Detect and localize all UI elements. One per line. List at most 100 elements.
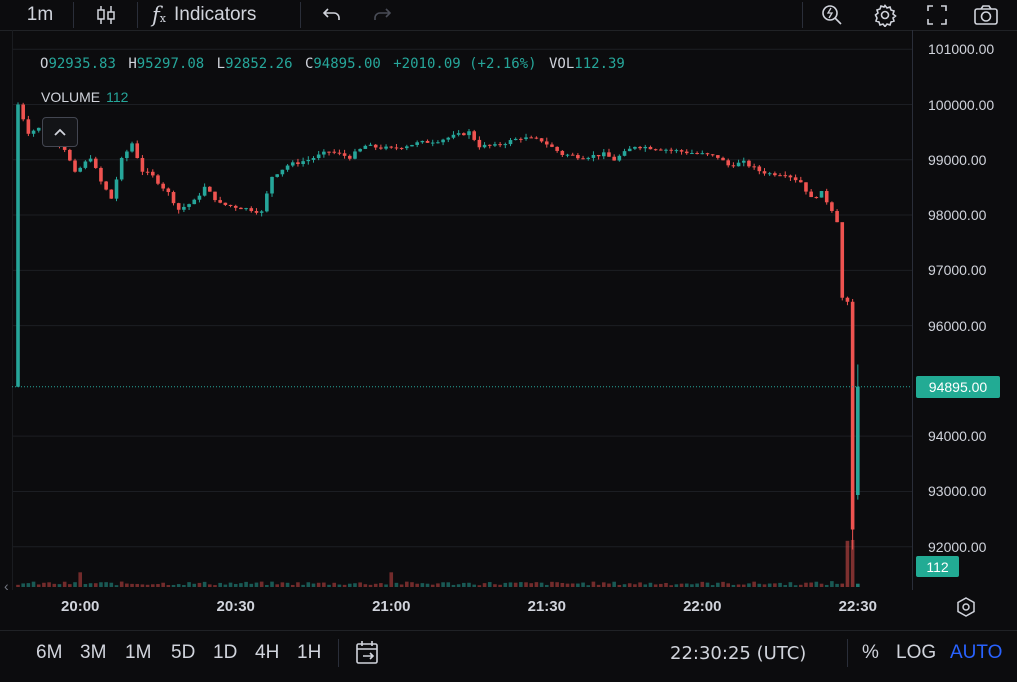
- candle-body: [824, 191, 829, 203]
- volume-bar: [311, 583, 316, 587]
- volume-bar: [197, 582, 202, 587]
- volume-bar: [430, 584, 435, 587]
- volume-bar: [513, 582, 518, 587]
- volume-bar: [306, 582, 311, 587]
- utc-clock[interactable]: 22:30:25 (UTC): [670, 631, 806, 675]
- settings-gear-icon[interactable]: [868, 0, 902, 30]
- candle-body: [752, 166, 756, 168]
- volume-bar: [337, 584, 342, 587]
- range-button-1m[interactable]: 1M: [125, 631, 151, 675]
- volume-bar: [425, 583, 430, 587]
- scroll-left-chevron-icon[interactable]: ‹: [4, 578, 9, 594]
- candle-body: [327, 151, 331, 153]
- candle-body: [508, 140, 513, 145]
- auto-scale-toggle[interactable]: AUTO: [950, 631, 1002, 675]
- volume-bar: [586, 585, 591, 587]
- vol-label: VOL: [548, 56, 575, 72]
- candle-body: [384, 146, 388, 149]
- volume-bar: [643, 584, 648, 587]
- range-button-6m[interactable]: 6M: [36, 631, 62, 675]
- volume-bar: [524, 582, 528, 587]
- candle-body: [135, 143, 140, 159]
- quick-search-icon[interactable]: [815, 0, 849, 30]
- range-button-1d[interactable]: 1D: [213, 631, 237, 675]
- percent-scale-toggle[interactable]: %: [862, 631, 879, 675]
- volume-bar: [617, 584, 622, 587]
- undo-icon[interactable]: [316, 0, 348, 30]
- volume-bar: [16, 584, 20, 587]
- bottom-toolbar: 6M 3M 1M 5D 1D 4H 1H 22:30:25 (UTC) % LOG AUTO: [0, 630, 1017, 675]
- volume-bar: [819, 583, 824, 587]
- fullscreen-icon[interactable]: [920, 0, 954, 30]
- volume-bar: [99, 582, 103, 587]
- indicators-button[interactable]: fx Indicators: [152, 0, 288, 30]
- candle-body: [125, 151, 129, 159]
- interval-selector[interactable]: 1m: [16, 0, 64, 30]
- candle-body: [798, 180, 803, 183]
- volume-bar: [736, 584, 741, 587]
- candle-body: [337, 152, 342, 154]
- candle-body: [275, 174, 280, 177]
- volume-bar: [824, 584, 829, 587]
- volume-bar: [52, 583, 57, 587]
- candle-body: [503, 144, 508, 146]
- candle-body: [601, 152, 606, 157]
- volume-bar: [171, 584, 176, 587]
- volume-bar: [415, 583, 419, 587]
- volume-bar: [47, 582, 51, 587]
- range-button-3m[interactable]: 3M: [80, 631, 106, 675]
- date-range-calendar-icon[interactable]: [354, 631, 382, 675]
- volume-bar: [612, 581, 616, 587]
- volume-bar: [353, 583, 357, 587]
- volume-bar: [119, 581, 124, 587]
- volume-bar: [301, 584, 305, 587]
- volume-bar: [244, 581, 248, 587]
- candle-body: [259, 211, 264, 213]
- candlestick-chart-svg[interactable]: [0, 30, 1017, 590]
- candle-body: [150, 171, 155, 176]
- candle-body: [171, 192, 176, 204]
- volume-bar: [410, 582, 414, 587]
- candle-body: [399, 147, 404, 149]
- candle-body: [405, 146, 409, 149]
- camera-screenshot-icon[interactable]: [968, 0, 1004, 30]
- candle-body: [436, 142, 440, 144]
- time-tick-label: 20:00: [61, 598, 100, 615]
- volume-bar: [436, 583, 440, 587]
- volume-bar: [705, 582, 710, 587]
- volume-legend-value: 112: [106, 89, 129, 105]
- volume-bar: [498, 584, 502, 587]
- volume-bar: [296, 582, 300, 587]
- candle-body: [684, 151, 689, 154]
- candle-body: [73, 160, 77, 172]
- volume-bar: [472, 584, 476, 587]
- candle-body: [757, 166, 762, 172]
- range-button-5d[interactable]: 5D: [171, 631, 195, 675]
- reset-chart-icon[interactable]: [955, 596, 977, 623]
- volume-bar: [42, 582, 46, 587]
- candle-body: [202, 186, 207, 196]
- candle-body: [99, 167, 103, 182]
- volume-bar: [726, 583, 731, 587]
- volume-bar: [182, 585, 186, 587]
- range-button-4h[interactable]: 4H: [255, 631, 279, 675]
- volume-bar: [798, 584, 803, 587]
- last-volume-tag: 112: [916, 556, 959, 577]
- collapse-legend-button[interactable]: [42, 117, 78, 147]
- volume-bar: [93, 583, 98, 587]
- log-scale-toggle[interactable]: LOG: [896, 631, 936, 675]
- low-value: 92852.26: [225, 56, 293, 72]
- volume-bar: [327, 584, 331, 587]
- top-toolbar: 1m fx Indicators: [0, 0, 1017, 31]
- volume-legend[interactable]: VOLUME 112: [41, 89, 128, 105]
- volume-bar: [347, 583, 352, 587]
- volume-bar: [228, 582, 233, 587]
- volume-bar: [57, 584, 62, 587]
- candlestick-icon[interactable]: [88, 0, 124, 30]
- candle-body: [544, 141, 549, 145]
- range-button-1h[interactable]: 1H: [297, 631, 321, 675]
- redo-icon[interactable]: [366, 0, 398, 30]
- volume-bar: [358, 582, 362, 587]
- price-chart[interactable]: [0, 30, 1017, 590]
- volume-bar: [731, 584, 736, 587]
